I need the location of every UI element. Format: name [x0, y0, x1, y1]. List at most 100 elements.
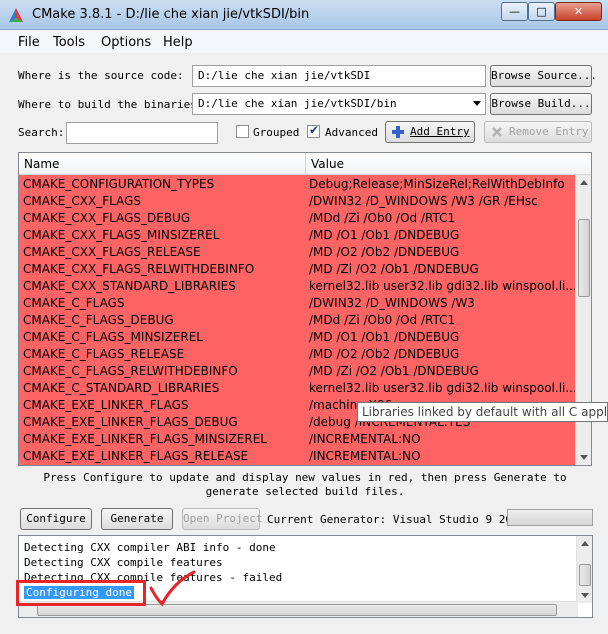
cell-value[interactable]: /MD /O2 /Ob2 /DNDEBUG [309, 245, 575, 259]
add-entry-label: Add Entry [410, 125, 470, 138]
minimize-icon: — [509, 5, 520, 18]
tooltip: Libraries linked by default with all C a… [357, 402, 608, 422]
generate-button[interactable]: Generate [101, 508, 173, 530]
table-row[interactable]: CMAKE_CXX_FLAGS/DWIN32 /D_WINDOWS /W3 /G… [19, 193, 577, 210]
menu-help[interactable]: Help [163, 35, 193, 50]
cell-value[interactable]: kernel32.lib user32.lib gdi32.lib winspo… [309, 381, 575, 395]
cell-value[interactable]: /MD /Zi /O2 /Ob1 /DNDEBUG [309, 262, 575, 276]
remove-entry-button[interactable]: Remove Entry [484, 121, 592, 143]
table-row[interactable]: CMAKE_CXX_FLAGS_MINSIZEREL/MD /O1 /Ob1 /… [19, 227, 577, 244]
chevron-down-icon[interactable] [473, 101, 481, 106]
table-row[interactable]: CMAKE_C_STANDARD_LIBRARIES kernel32.lib u… [19, 380, 577, 397]
table-row[interactable]: CMAKE_C_FLAGS/DWIN32 /D_WINDOWS /W3 [19, 295, 577, 312]
cell-value[interactable]: /MD /O1 /Ob1 /DNDEBUG [309, 228, 575, 242]
log-line: Detecting CXX compiler ABI info - done [24, 541, 276, 554]
search-input[interactable] [66, 122, 218, 144]
table-row[interactable]: CMAKE_C_FLAGS_RELEASE/MD /O2 /Ob2 /DNDEB… [19, 346, 577, 363]
cmake-app-icon [9, 8, 23, 22]
add-entry-button[interactable]: Add Entry [385, 121, 475, 143]
cell-name: CMAKE_C_FLAGS [23, 296, 125, 310]
progress-bar [507, 509, 593, 526]
cell-name: CMAKE_C_FLAGS_RELWITHDEBINFO [23, 364, 238, 378]
remove-entry-label: Remove Entry [509, 125, 589, 138]
build-label: Where to build the binaries: [18, 98, 204, 111]
table-row[interactable]: CMAKE_CXX_FLAGS_RELEASE/MD /O2 /Ob2 /DND… [19, 244, 577, 261]
table-row[interactable]: CMAKE_EXE_LINKER_FLAGS_RELEASE/INCREMENT… [19, 448, 577, 465]
cell-name: CMAKE_EXE_LINKER_FLAGS_RELEASE [23, 449, 249, 463]
generator-text: Current Generator: Visual Studio 9 2008 [267, 513, 526, 526]
column-header-name[interactable]: Name [24, 157, 59, 171]
info-text: Press Configure to update and display ne… [43, 471, 567, 498]
table-row[interactable]: CMAKE_C_FLAGS_RELWITHDEBINFO/MD /Zi /O2 … [19, 363, 577, 380]
window-title: CMake 3.8.1 - D:/lie che xian jie/vtkSDI… [32, 7, 310, 22]
browse-source-button[interactable]: Browse Source... [490, 65, 597, 87]
menu-file[interactable]: File [18, 35, 40, 50]
close-button[interactable]: ✕ [555, 2, 602, 21]
minimize-button[interactable]: — [501, 2, 528, 21]
cell-value[interactable]: /INCREMENTAL:NO [309, 432, 575, 446]
scroll-up-icon[interactable] [581, 541, 589, 546]
cell-value[interactable]: kernel32.lib user32.lib gdi32.lib winspo… [309, 279, 575, 293]
cell-value[interactable]: /MDd /Zi /Ob0 /Od /RTC1 [309, 313, 575, 327]
advanced-label: Advanced [325, 126, 378, 139]
cell-value[interactable]: /MDd /Zi /Ob0 /Od /RTC1 [309, 211, 575, 225]
cell-name: CMAKE_CXX_FLAGS [23, 194, 141, 208]
cell-name: CMAKE_CONFIGURATION_TYPES [23, 177, 215, 191]
advanced-checkbox[interactable]: ✔ [307, 123, 320, 138]
cell-name: CMAKE_C_STANDARD_LIBRARIES [23, 381, 220, 395]
column-separator[interactable] [305, 153, 306, 175]
table-row[interactable]: CMAKE_C_FLAGS_MINSIZEREL/MD /O1 /Ob1 /DN… [19, 329, 577, 346]
menu-options[interactable]: Options [101, 35, 151, 50]
remove-icon [492, 127, 502, 137]
menu-bar: File Tools Options Help [0, 31, 608, 53]
cell-value[interactable]: Debug;Release;MinSizeRel;RelWithDebInfo [309, 177, 575, 191]
cell-name: CMAKE_EXE_LINKER_FLAGS [23, 398, 189, 412]
source-label: Where is the source code: [18, 69, 184, 82]
annotation-highlight-box [16, 580, 146, 606]
cell-name: CMAKE_CXX_FLAGS_DEBUG [23, 211, 191, 225]
plus-icon [392, 126, 404, 138]
scroll-down-icon[interactable] [581, 593, 589, 598]
table-row[interactable]: CMAKE_EXE_LINKER_FLAGS_MINSIZEREL/INCREM… [19, 431, 577, 448]
build-path-value: D:/lie che xian jie/vtkSDI/bin [198, 97, 397, 110]
menu-tools[interactable]: Tools [53, 35, 85, 50]
cell-value[interactable]: /MD /O2 /Ob2 /DNDEBUG [309, 347, 575, 361]
title-bar[interactable]: CMake 3.8.1 - D:/lie che xian jie/vtkSDI… [0, 0, 608, 30]
cell-name: CMAKE_CXX_FLAGS_RELEASE [23, 245, 201, 259]
cell-name: CMAKE_CXX_FLAGS_RELWITHDEBINFO [23, 262, 255, 276]
cell-value[interactable]: /DWIN32 /D_WINDOWS /W3 [309, 296, 575, 310]
scrollbar-thumb[interactable] [579, 564, 591, 586]
cell-name: CMAKE_CXX_STANDARD_LIBRARIES [23, 279, 236, 293]
table-row[interactable]: CMAKE_C_FLAGS_DEBUG/MDd /Zi /Ob0 /Od /RT… [19, 312, 577, 329]
cell-value[interactable]: /MD /O1 /Ob1 /DNDEBUG [309, 330, 575, 344]
browse-build-button[interactable]: Browse Build... [490, 93, 592, 115]
cell-name: CMAKE_CXX_FLAGS_MINSIZEREL [23, 228, 220, 242]
search-label: Search: [18, 126, 65, 139]
grouped-label: Grouped [253, 126, 300, 139]
column-header-value[interactable]: Value [311, 157, 344, 171]
cell-value[interactable]: /INCREMENTAL:NO [309, 449, 575, 463]
cell-name: CMAKE_EXE_LINKER_FLAGS_MINSIZEREL [23, 432, 267, 446]
table-header: Name Value [19, 153, 591, 175]
table-row[interactable]: CMAKE_CXX_FLAGS_DEBUG/MDd /Zi /Ob0 /Od /… [19, 210, 577, 227]
cell-value[interactable]: /MD /Zi /O2 /Ob1 /DNDEBUG [309, 364, 575, 378]
configure-button[interactable]: Configure [20, 508, 92, 530]
source-path-field[interactable]: D:/lie che xian jie/vtkSDI [192, 65, 486, 87]
table-row[interactable]: CMAKE_CXX_STANDARD_LIBRARIES kernel32.lib… [19, 278, 577, 295]
checkmark-icon: ✔ [309, 123, 320, 137]
scrollbar-thumb[interactable] [578, 219, 590, 297]
table-row[interactable]: CMAKE_CXX_FLAGS_RELWITHDEBINFO/MD /Zi /O… [19, 261, 577, 278]
close-icon: ✕ [573, 5, 584, 18]
table-row[interactable]: CMAKE_CONFIGURATION_TYPES Debug;Release;M… [19, 176, 577, 193]
log-vertical-scrollbar[interactable] [576, 536, 592, 603]
cell-name: CMAKE_C_FLAGS_DEBUG [23, 313, 174, 327]
cell-value[interactable]: /DWIN32 /D_WINDOWS /W3 /GR /EHsc [309, 194, 575, 208]
grouped-checkbox[interactable] [236, 125, 249, 138]
cell-name: CMAKE_C_FLAGS_MINSIZEREL [23, 330, 203, 344]
scroll-up-icon[interactable] [580, 180, 588, 185]
cell-name: CMAKE_EXE_LINKER_FLAGS_DEBUG [23, 415, 238, 429]
build-path-combobox[interactable]: D:/lie che xian jie/vtkSDI/bin [192, 93, 486, 115]
open-project-button[interactable]: Open Project [182, 508, 262, 530]
maximize-button[interactable]: □ [528, 2, 555, 21]
scroll-down-icon[interactable] [580, 455, 588, 460]
